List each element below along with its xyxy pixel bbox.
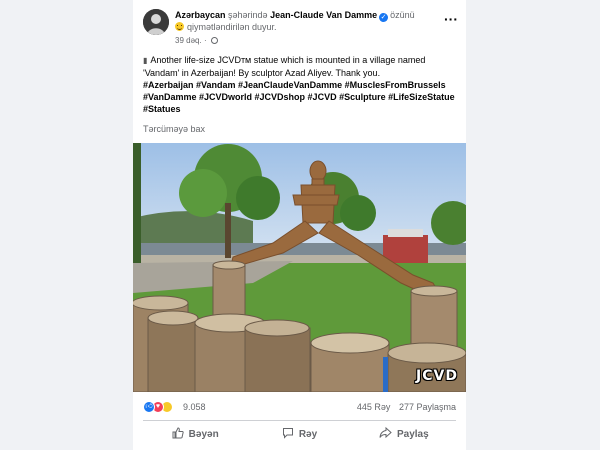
- translate-link[interactable]: Tərcüməyə bax: [143, 124, 205, 134]
- image-watermark: JCVD: [416, 368, 458, 384]
- divider: [143, 420, 456, 421]
- post-stats: 👍︎ ♥ 9.058 445 Rəy 277 Paylaşma: [143, 399, 456, 415]
- avatar[interactable]: [143, 9, 169, 35]
- post-image[interactable]: JCVD: [133, 143, 466, 392]
- location-link[interactable]: Azərbaycan: [175, 10, 226, 20]
- post-meta: 39 dəq. ·: [175, 36, 218, 46]
- comment-icon: [282, 427, 294, 442]
- author-name[interactable]: Jean-Claude Van Damme: [270, 10, 377, 20]
- post-header: Azərbaycan şəhərində Jean-Claude Van Dam…: [141, 6, 458, 46]
- post-card: Azərbaycan şəhərində Jean-Claude Van Dam…: [133, 0, 466, 450]
- post-hashtags[interactable]: #Azerbaijan #Vandam #JeanClaudeVanDamme …: [143, 80, 455, 114]
- like-reaction-icon: 👍︎: [143, 401, 155, 413]
- share-icon: [379, 426, 392, 442]
- comment-button[interactable]: Rəy: [247, 423, 351, 445]
- more-options-icon[interactable]: ···: [444, 12, 458, 26]
- action-bar: Bəyən Rəy Paylaş: [143, 423, 456, 445]
- share-button[interactable]: Paylaş: [352, 423, 456, 445]
- reactions-count[interactable]: 9.058: [183, 402, 206, 412]
- time-separator: ·: [203, 36, 207, 45]
- feeling-emoji-icon: [175, 22, 184, 31]
- like-label: Bəyən: [188, 428, 219, 440]
- post-message: Another life-size JCVDᴛᴍ statue which is…: [143, 55, 426, 78]
- post-header-line: Azərbaycan şəhərində Jean-Claude Van Dam…: [175, 10, 455, 22]
- verified-icon: ✓: [379, 13, 389, 22]
- feeling-line: qiymətləndirilən duyur.: [175, 22, 277, 33]
- reaction-icons[interactable]: 👍︎ ♥: [143, 401, 183, 413]
- post-text: ▮ Another life-size JCVDᴛᴍ statue which i…: [143, 54, 461, 115]
- engagement-counts: 445 Rəy 277 Paylaşma: [351, 402, 456, 412]
- post-time[interactable]: 39 dəq.: [175, 36, 202, 45]
- statue-photo: [133, 143, 466, 392]
- like-button[interactable]: Bəyən: [143, 423, 247, 445]
- statue-emoji-icon: ▮: [143, 56, 148, 65]
- comment-label: Rəy: [298, 428, 318, 440]
- self-tag: özünü: [390, 10, 415, 20]
- globe-icon: [210, 37, 218, 44]
- shares-count[interactable]: 277 Paylaşma: [399, 402, 456, 412]
- feeling-text: qiymətləndirilən duyur.: [187, 22, 277, 32]
- comments-count[interactable]: 445 Rəy: [357, 402, 391, 412]
- location-suffix: şəhərində: [225, 10, 271, 20]
- share-label: Paylaş: [396, 428, 429, 440]
- like-icon: [172, 426, 184, 442]
